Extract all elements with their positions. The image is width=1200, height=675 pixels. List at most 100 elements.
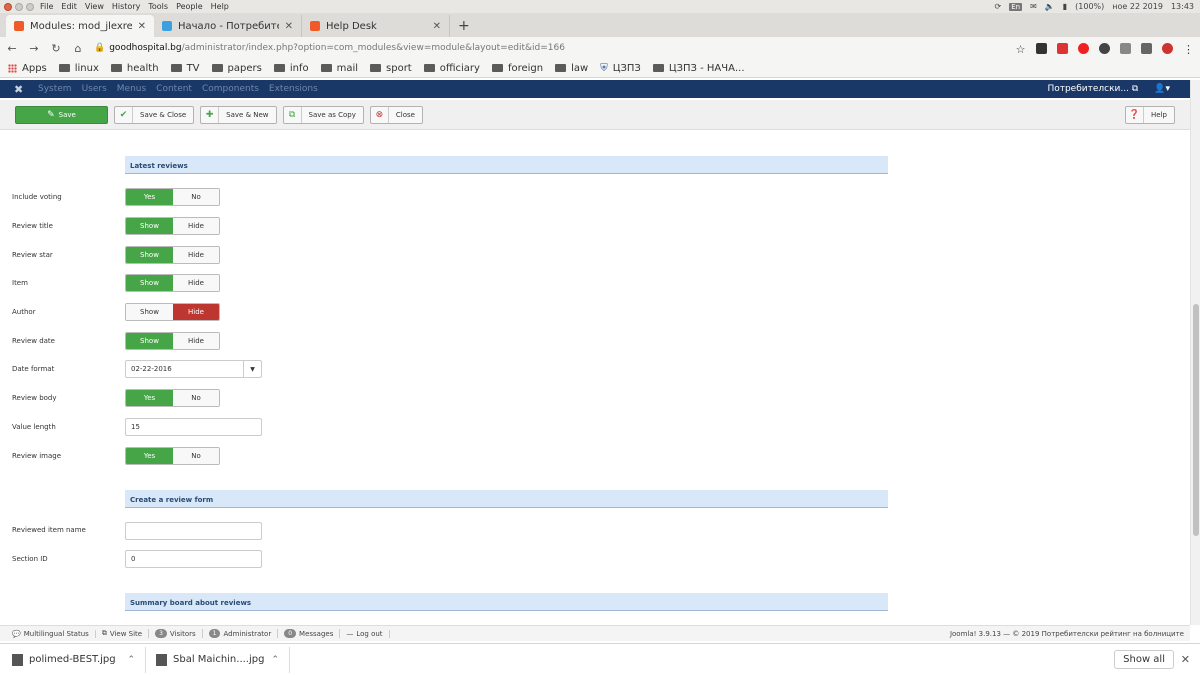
- toggle-yes[interactable]: Yes: [126, 390, 173, 406]
- bookmark-folder[interactable]: ЦЗПЗ - НАЧА...: [652, 63, 745, 74]
- page-scrollbar[interactable]: [1190, 80, 1200, 625]
- toggle-no[interactable]: No: [173, 448, 219, 464]
- review-title-toggle[interactable]: Show Hide: [125, 217, 220, 235]
- bookmark-star-icon[interactable]: ☆: [1015, 43, 1026, 56]
- scrollbar-thumb[interactable]: [1193, 304, 1199, 536]
- save-new-button[interactable]: ✚ Save & New: [200, 105, 277, 124]
- url-field[interactable]: 🔒 goodhospital.bg/administrator/index.ph…: [94, 43, 1005, 53]
- messages-link[interactable]: 0 Messages: [278, 629, 341, 638]
- menu-edit[interactable]: Edit: [61, 2, 77, 11]
- extension-icon[interactable]: [1036, 42, 1047, 54]
- toggle-no[interactable]: No: [173, 390, 219, 406]
- mail-icon[interactable]: ✉: [1030, 2, 1037, 11]
- bookmark-site[interactable]: ⛨ ЦЗПЗ: [600, 63, 641, 74]
- multilingual-status-link[interactable]: 💬 Multilingual Status: [6, 629, 96, 638]
- window-close-icon[interactable]: [4, 2, 12, 11]
- toggle-hide[interactable]: Hide: [173, 275, 219, 291]
- chevron-up-icon[interactable]: ⌃: [127, 655, 135, 665]
- nav-extensions[interactable]: Extensions: [269, 84, 318, 94]
- menu-view[interactable]: View: [85, 2, 104, 11]
- nav-users[interactable]: Users: [82, 84, 107, 94]
- item-toggle[interactable]: Show Hide: [125, 274, 220, 292]
- profile-avatar-icon[interactable]: [1162, 42, 1173, 54]
- reload-icon[interactable]: ↻: [50, 42, 62, 55]
- tab-modules[interactable]: Modules: mod_jlexreview ✕: [6, 15, 154, 37]
- tab-close-icon[interactable]: ✕: [285, 21, 293, 32]
- bookmark-folder[interactable]: law: [555, 63, 588, 74]
- chevron-down-icon[interactable]: ▼: [243, 361, 261, 377]
- tab-helpdesk[interactable]: Help Desk ✕: [302, 15, 450, 37]
- logout-link[interactable]: — Log out: [340, 629, 390, 638]
- user-icon[interactable]: 👤▾: [1154, 84, 1170, 94]
- forward-arrow-icon[interactable]: →: [28, 42, 40, 55]
- save-close-button[interactable]: ✔ Save & Close: [114, 105, 195, 124]
- bookmark-folder[interactable]: linux: [58, 63, 99, 74]
- system-date[interactable]: ное 22 2019: [1112, 2, 1163, 11]
- nav-components[interactable]: Components: [202, 84, 259, 94]
- menu-history[interactable]: History: [112, 2, 140, 11]
- visitors-link[interactable]: 3 Visitors: [149, 629, 203, 638]
- bookmark-folder[interactable]: sport: [370, 63, 412, 74]
- extension-icon[interactable]: [1120, 42, 1131, 54]
- review-body-toggle[interactable]: Yes No: [125, 389, 220, 407]
- toggle-yes[interactable]: Yes: [126, 189, 173, 205]
- close-icon[interactable]: ✕: [1181, 653, 1190, 666]
- bookmark-folder[interactable]: officiary: [423, 63, 480, 74]
- toggle-hide[interactable]: Hide: [173, 218, 219, 234]
- toggle-hide[interactable]: Hide: [173, 333, 219, 349]
- tab-home[interactable]: Начало - Потребителски ✕: [154, 15, 302, 37]
- more-menu-icon[interactable]: ⋮: [1183, 43, 1194, 56]
- joomla-logo-icon[interactable]: ✖: [14, 83, 28, 96]
- nav-system[interactable]: System: [38, 84, 72, 94]
- volume-icon[interactable]: 🔈: [1045, 2, 1055, 11]
- value-length-input[interactable]: 15: [125, 418, 262, 436]
- sync-icon[interactable]: ⟳: [995, 2, 1002, 11]
- save-copy-button[interactable]: ⧉ Save as Copy: [282, 105, 364, 124]
- include-voting-toggle[interactable]: Yes No: [125, 188, 220, 206]
- extension-icon[interactable]: [1057, 42, 1068, 54]
- download-item[interactable]: polimed-BEST.jpg ⌃: [6, 646, 146, 673]
- save-button[interactable]: ✎ Save: [15, 105, 108, 124]
- chevron-up-icon[interactable]: ⌃: [271, 655, 279, 665]
- toggle-show[interactable]: Show: [126, 218, 173, 234]
- toggle-show[interactable]: Show: [126, 333, 173, 349]
- toggle-show[interactable]: Show: [126, 304, 173, 320]
- toggle-show[interactable]: Show: [126, 275, 173, 291]
- download-item[interactable]: Sbal Maichin....jpg ⌃: [150, 646, 290, 673]
- toggle-hide[interactable]: Hide: [173, 304, 219, 320]
- toggle-yes[interactable]: Yes: [126, 448, 173, 464]
- toggle-hide[interactable]: Hide: [173, 247, 219, 263]
- extension-icon[interactable]: [1099, 42, 1110, 54]
- date-format-select[interactable]: 02-22-2016 ▼: [125, 360, 262, 378]
- menu-tools[interactable]: Tools: [148, 2, 168, 11]
- new-tab-icon[interactable]: +: [458, 15, 470, 37]
- bookmark-apps[interactable]: Apps: [8, 63, 47, 74]
- opera-icon[interactable]: [1078, 42, 1089, 54]
- tab-close-icon[interactable]: ✕: [433, 21, 441, 32]
- window-maximize-icon[interactable]: [26, 2, 34, 11]
- battery-icon[interactable]: ▮: [1063, 2, 1067, 11]
- show-all-button[interactable]: Show all: [1114, 650, 1174, 669]
- site-link[interactable]: Потребителски... ⧉: [1047, 84, 1138, 94]
- system-time[interactable]: 13:43: [1171, 2, 1194, 11]
- close-button[interactable]: ⊗ Close: [369, 105, 423, 124]
- bookmark-folder[interactable]: foreign: [491, 63, 543, 74]
- review-star-toggle[interactable]: Show Hide: [125, 246, 220, 264]
- reviewed-item-name-input[interactable]: [125, 522, 262, 540]
- home-icon[interactable]: ⌂: [72, 42, 84, 55]
- extension-icon[interactable]: [1141, 42, 1152, 54]
- nav-menus[interactable]: Menus: [117, 84, 146, 94]
- help-button[interactable]: ❓ Help: [1125, 105, 1175, 124]
- administrator-link[interactable]: 1 Administrator: [203, 629, 279, 638]
- menu-help[interactable]: Help: [211, 2, 229, 11]
- bookmark-folder[interactable]: TV: [170, 63, 200, 74]
- review-image-toggle[interactable]: Yes No: [125, 447, 220, 465]
- section-id-input[interactable]: 0: [125, 550, 262, 568]
- menu-people[interactable]: People: [176, 2, 203, 11]
- toggle-show[interactable]: Show: [126, 247, 173, 263]
- back-arrow-icon[interactable]: ←: [6, 42, 18, 55]
- nav-content[interactable]: Content: [156, 84, 192, 94]
- toggle-no[interactable]: No: [173, 189, 219, 205]
- view-site-link[interactable]: ⧉ View Site: [96, 629, 150, 638]
- window-minimize-icon[interactable]: [15, 2, 23, 11]
